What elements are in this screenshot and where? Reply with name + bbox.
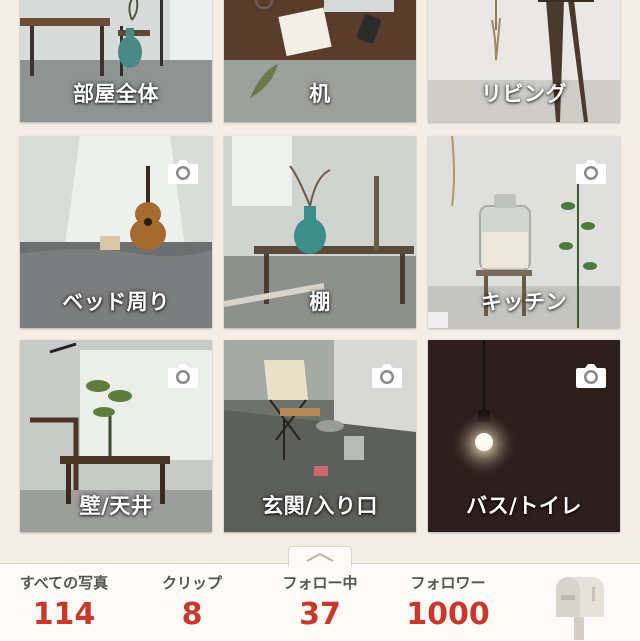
category-tile-kitchen[interactable]: キッチン [428, 136, 620, 328]
expand-handle[interactable] [288, 546, 352, 567]
category-tile-living[interactable]: リビング [428, 0, 620, 122]
mailbox-icon[interactable] [552, 573, 606, 640]
stat-label: クリップ [161, 574, 222, 592]
category-label: キッチン [481, 290, 567, 314]
stat-label: フォロワー [410, 574, 486, 592]
category-tile-wall-ceiling[interactable]: 壁/天井 [20, 340, 212, 532]
stat-value: 8 [181, 597, 203, 632]
camera-icon [370, 360, 404, 390]
category-label: バス/トイレ [466, 494, 582, 518]
category-label: リビング [481, 82, 567, 106]
category-tile-shelf[interactable]: 棚 [224, 136, 416, 328]
stat-value: 114 [32, 597, 96, 632]
category-label: ベッド周り [62, 290, 170, 314]
stat-label: フォロー中 [282, 574, 358, 592]
stat-value: 37 [299, 597, 341, 632]
stat-clips[interactable]: クリップ 8 [140, 564, 244, 632]
category-tile-bedside[interactable]: ベッド周り [20, 136, 212, 328]
category-grid: 部屋全体 机 リビング ベッド周り 棚 キッチン 壁/天井 玄関/入り口 バス/… [0, 0, 640, 545]
profile-stats-bar: すべての写真 114 クリップ 8 フォロー中 37 フォロワー 1000 [0, 563, 640, 641]
stat-value: 1000 [406, 597, 490, 632]
camera-icon [166, 360, 200, 390]
category-label: 部屋全体 [73, 82, 159, 106]
stat-all-photos[interactable]: すべての写真 114 [8, 564, 120, 632]
chevron-up-icon [306, 552, 334, 562]
category-tile-room-overall[interactable]: 部屋全体 [20, 0, 212, 122]
stat-label: すべての写真 [19, 574, 109, 592]
category-tile-bath-toilet[interactable]: バス/トイレ [428, 340, 620, 532]
category-label: 机 [309, 82, 331, 106]
camera-icon [574, 156, 608, 186]
stat-followers[interactable]: フォロワー 1000 [392, 564, 504, 632]
category-label: 棚 [309, 290, 331, 314]
camera-icon [574, 360, 608, 390]
camera-icon [166, 156, 200, 186]
category-tile-entrance[interactable]: 玄関/入り口 [224, 340, 416, 532]
category-tile-desk[interactable]: 机 [224, 0, 416, 122]
category-label: 壁/天井 [79, 494, 153, 518]
category-label: 玄関/入り口 [262, 494, 378, 518]
stat-following[interactable]: フォロー中 37 [266, 564, 374, 632]
